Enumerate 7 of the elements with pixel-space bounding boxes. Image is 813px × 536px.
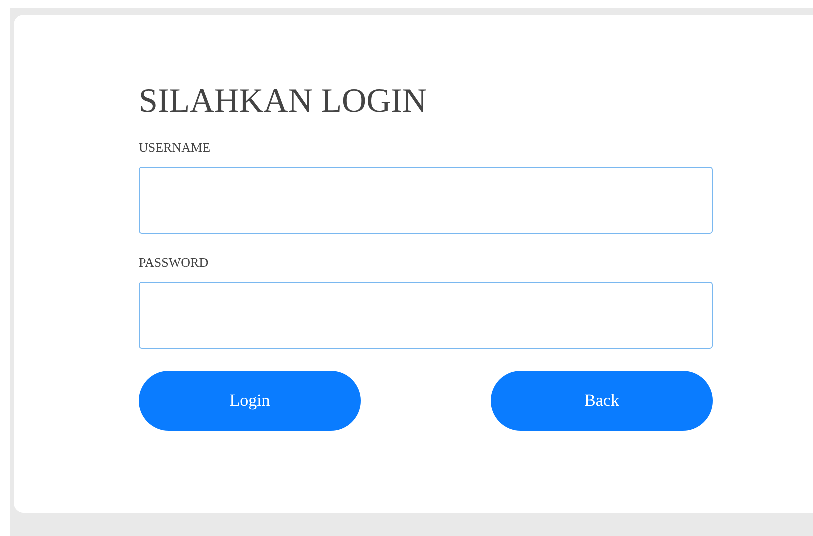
back-button[interactable]: Back xyxy=(491,371,713,431)
input-field[interactable] xyxy=(139,282,713,349)
field-label: PASSWORD xyxy=(139,254,209,272)
login-title: SILAHKAN LOGIN xyxy=(139,82,428,122)
login-button[interactable]: Login xyxy=(139,371,361,431)
field-label: USERNAME xyxy=(139,139,211,157)
input-field[interactable] xyxy=(139,167,713,234)
